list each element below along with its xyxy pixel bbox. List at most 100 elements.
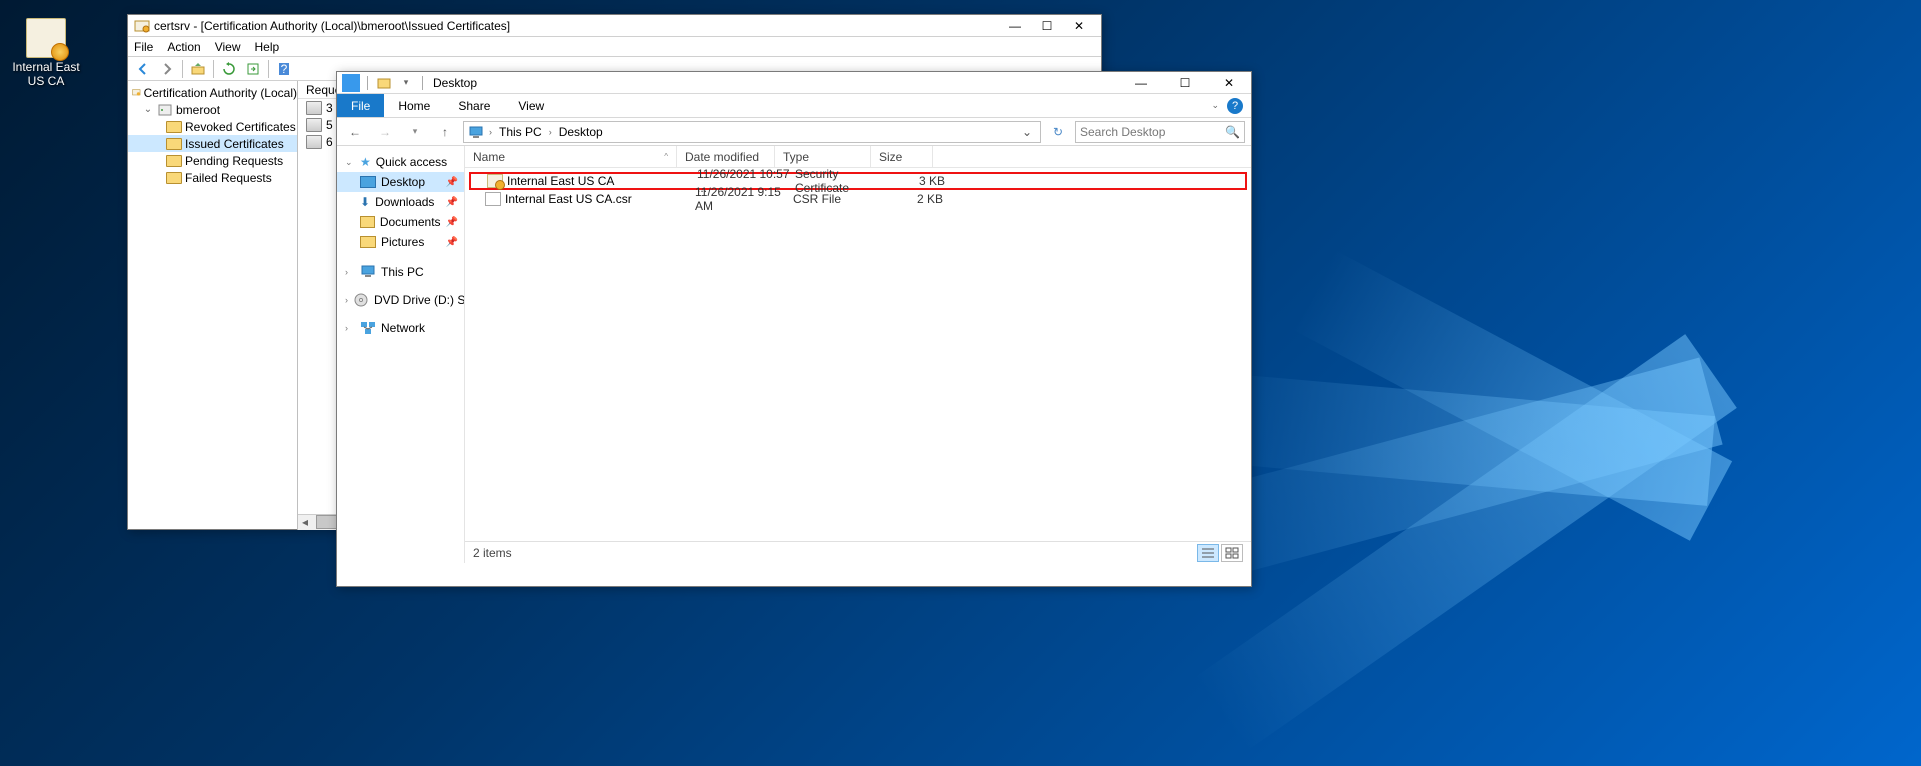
tab-file[interactable]: File: [337, 94, 384, 117]
tree-failed[interactable]: Failed Requests: [128, 169, 297, 186]
folder-label: Downloads: [375, 195, 434, 209]
col-type[interactable]: Type: [775, 146, 871, 167]
file-icon: [485, 192, 501, 206]
collapse-icon[interactable]: ⌄: [345, 157, 355, 168]
ribbon-expand-icon[interactable]: ⌄: [1211, 100, 1219, 111]
folder-thispc[interactable]: › This PC: [337, 262, 464, 282]
address-dropdown-icon[interactable]: ⌄: [1018, 125, 1036, 139]
star-icon: ★: [360, 155, 371, 169]
file-row[interactable]: Internal East US CA.csr 11/26/2021 9:15 …: [469, 190, 1247, 208]
folder-icon: [166, 138, 182, 150]
col-date[interactable]: Date modified: [677, 146, 775, 167]
nav-history-dropdown[interactable]: ▾: [403, 120, 427, 144]
tree-issued[interactable]: Issued Certificates: [128, 135, 297, 152]
minimize-button[interactable]: —: [999, 15, 1031, 37]
tree-pending[interactable]: Pending Requests: [128, 152, 297, 169]
desktop-icon: [360, 176, 376, 188]
export-button[interactable]: [242, 58, 264, 80]
tree-root[interactable]: Certification Authority (Local): [128, 84, 297, 101]
menu-help[interactable]: Help: [255, 40, 280, 54]
downloads-icon: ⬇: [360, 195, 370, 209]
folder-label: Pictures: [381, 235, 424, 249]
col-name[interactable]: Name^: [465, 146, 677, 167]
minimize-button[interactable]: —: [1119, 72, 1163, 94]
toolbar-separator: [182, 60, 183, 78]
address-bar[interactable]: › This PC › Desktop ⌄: [463, 121, 1041, 143]
tree-ca-label: bmeroot: [176, 103, 220, 117]
search-input[interactable]: Search Desktop 🔍: [1075, 121, 1245, 143]
folder-icon: [166, 172, 182, 184]
explorer-statusbar: 2 items: [465, 541, 1251, 563]
file-name: Internal East US CA.csr: [505, 192, 695, 206]
nav-forward-button[interactable]: →: [373, 120, 397, 144]
col-size[interactable]: Size: [871, 146, 933, 167]
nav-back-button[interactable]: ←: [343, 120, 367, 144]
certsrv-title: certsrv - [Certification Authority (Loca…: [154, 19, 999, 33]
crumb-desktop[interactable]: Desktop: [557, 125, 605, 139]
chevron-right-icon[interactable]: ›: [486, 127, 495, 137]
help-button[interactable]: ?: [273, 58, 295, 80]
collapse-icon[interactable]: ⌄: [142, 104, 154, 115]
nav-up-button[interactable]: ↑: [433, 120, 457, 144]
file-list-header: Name^ Date modified Type Size: [465, 146, 1251, 168]
view-details-button[interactable]: [1197, 544, 1219, 562]
refresh-button[interactable]: [218, 58, 240, 80]
file-type: CSR File: [793, 192, 889, 206]
pin-icon: 📌: [446, 237, 458, 248]
expand-icon[interactable]: ›: [345, 267, 355, 277]
maximize-button[interactable]: ☐: [1163, 72, 1207, 94]
folder-network[interactable]: › Network: [337, 318, 464, 338]
ribbon-tabs: File Home Share View ⌄ ?: [337, 94, 1251, 118]
expand-icon[interactable]: ›: [345, 295, 348, 305]
explorer-icon: [341, 73, 361, 93]
qat-properties-icon[interactable]: [374, 73, 394, 93]
view-large-icons-button[interactable]: [1221, 544, 1243, 562]
folder-desktop[interactable]: Desktop 📌: [337, 172, 464, 192]
menu-view[interactable]: View: [215, 40, 241, 54]
file-name: Internal East US CA: [507, 174, 697, 188]
cert-row-icon: [306, 118, 322, 132]
ca-tree: Certification Authority (Local) ⌄ bmeroo…: [128, 81, 298, 530]
tree-ca[interactable]: ⌄ bmeroot: [128, 101, 297, 118]
back-button[interactable]: [132, 58, 154, 80]
crumb-thispc[interactable]: This PC: [497, 125, 544, 139]
certsrv-titlebar[interactable]: certsrv - [Certification Authority (Loca…: [128, 15, 1101, 37]
tab-view[interactable]: View: [504, 94, 558, 117]
folder-label: Quick access: [376, 155, 447, 169]
tree-revoked[interactable]: Revoked Certificates: [128, 118, 297, 135]
desktop-shortcut-cert[interactable]: Internal East US CA: [9, 18, 83, 88]
cert-row-icon: [306, 135, 322, 149]
close-button[interactable]: ✕: [1063, 15, 1095, 37]
refresh-button[interactable]: ↻: [1047, 121, 1069, 143]
pin-icon: 📌: [446, 217, 458, 228]
file-date: 11/26/2021 9:15 AM: [695, 185, 793, 213]
certsrv-menubar: File Action View Help: [128, 37, 1101, 57]
tab-share[interactable]: Share: [444, 94, 504, 117]
tab-home[interactable]: Home: [384, 94, 444, 117]
explorer-navbar: ← → ▾ ↑ › This PC › Desktop ⌄ ↻ Search D…: [337, 118, 1251, 146]
pin-icon: 📌: [446, 197, 458, 208]
up-button[interactable]: [187, 58, 209, 80]
folder-downloads[interactable]: ⬇ Downloads 📌: [337, 192, 464, 212]
folder-quick-access[interactable]: ⌄ ★ Quick access: [337, 152, 464, 172]
folder-pictures[interactable]: Pictures 📌: [337, 232, 464, 252]
menu-action[interactable]: Action: [167, 40, 200, 54]
tree-root-label: Certification Authority (Local): [144, 86, 297, 100]
folder-label: Documents: [380, 215, 441, 229]
help-icon[interactable]: ?: [1227, 98, 1243, 114]
maximize-button[interactable]: ☐: [1031, 15, 1063, 37]
chevron-right-icon[interactable]: ›: [546, 127, 555, 137]
folder-documents[interactable]: Documents 📌: [337, 212, 464, 232]
folder-dvd[interactable]: › DVD Drive (D:) SSS_X6: [337, 290, 464, 310]
forward-button[interactable]: [156, 58, 178, 80]
expand-icon[interactable]: ›: [345, 323, 355, 333]
certification-authority-icon: [134, 18, 150, 34]
sort-asc-icon: ^: [664, 152, 668, 161]
toolbar-separator: [268, 60, 269, 78]
folder-label: Network: [381, 321, 425, 335]
menu-file[interactable]: File: [134, 40, 153, 54]
qat-dropdown-icon[interactable]: ▾: [396, 73, 416, 93]
explorer-titlebar[interactable]: ▾ Desktop — ☐ ✕: [337, 72, 1251, 94]
file-row[interactable]: Internal East US CA 11/26/2021 10:57 ...…: [469, 172, 1247, 190]
close-button[interactable]: ✕: [1207, 72, 1251, 94]
